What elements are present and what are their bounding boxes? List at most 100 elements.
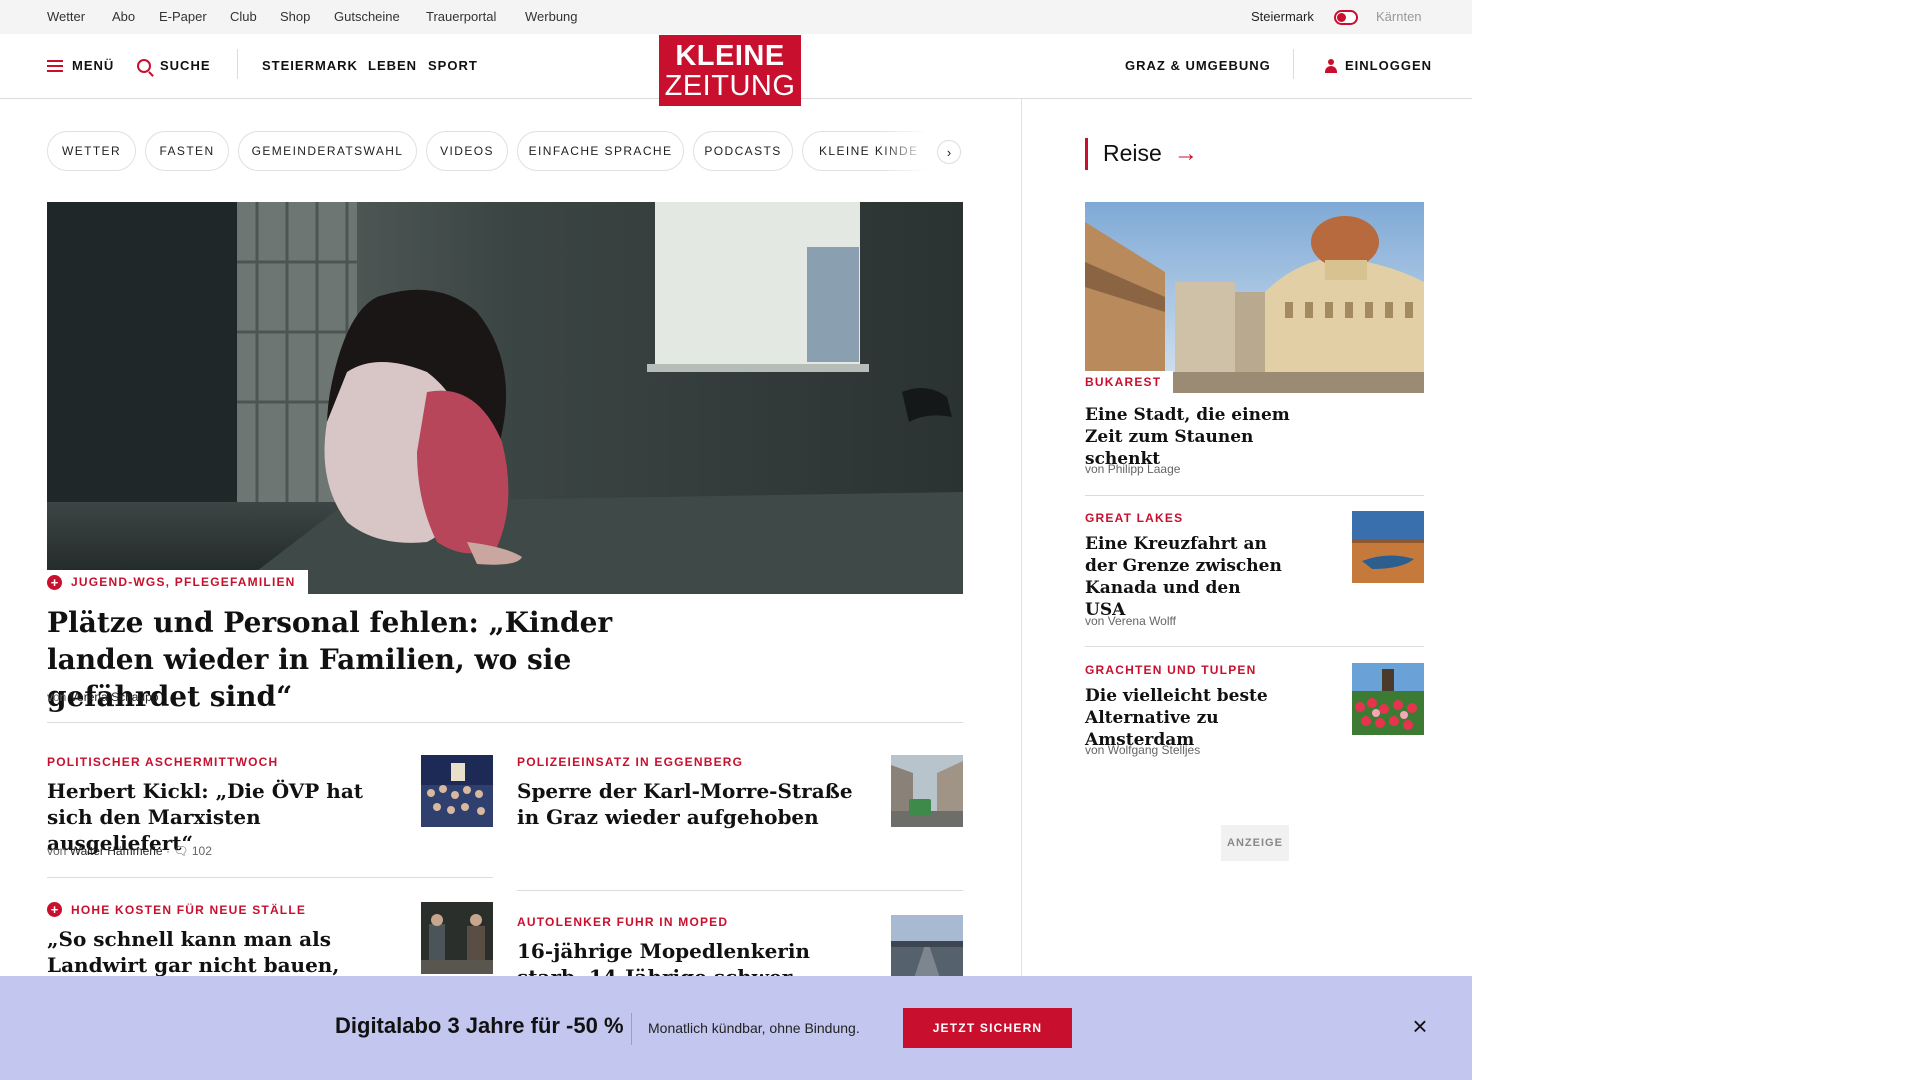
sidebar-item-2-byline: von Wolfgang Stelljes — [1085, 743, 1200, 757]
tag-gemeinderatswahl[interactable]: GEMEINDERATSWAHL — [238, 131, 417, 171]
story-3-photo — [421, 902, 493, 974]
tag-fasten[interactable]: FASTEN — [145, 131, 229, 171]
sidebar-item-1-byline: von Verena Wolff — [1085, 614, 1176, 628]
story-2-photo — [891, 755, 963, 827]
search-icon — [137, 58, 151, 73]
sidebar-item-2-thumbnail[interactable] — [1352, 663, 1424, 735]
site-header: MENÜ SUCHE STEIERMARK LEBEN SPORT KLEINE… — [0, 34, 1472, 106]
sidebar-lead-headline[interactable]: Eine Stadt, die einem Zeit zum Staunen s… — [1085, 404, 1325, 470]
login-button[interactable]: EINLOGGEN — [1325, 58, 1432, 73]
story-1-thumbnail[interactable] — [421, 755, 493, 827]
header-divider-right — [1293, 49, 1294, 79]
plus-icon: + — [47, 902, 62, 917]
divider — [47, 722, 963, 723]
story-3-thumbnail[interactable] — [421, 902, 493, 974]
tag-wetter[interactable]: WETTER — [47, 131, 136, 171]
region-link[interactable]: GRAZ & UMGEBUNG — [1125, 58, 1271, 73]
sidebar-item-2-headline[interactable]: Die vielleicht beste Alternative zu Amst… — [1085, 685, 1325, 751]
story-2-headline[interactable]: Sperre der Karl-Morre-Straße in Graz wie… — [517, 778, 857, 830]
sidebar-item-1-thumbnail[interactable] — [1352, 511, 1424, 583]
hamburger-icon — [47, 59, 63, 72]
news-site: Wetter Abo E-Paper Club Shop Gutscheine … — [0, 0, 1472, 1080]
story-3-headline[interactable]: „So schnell kann man als Landwirt gar ni… — [47, 926, 347, 978]
util-link-werbung[interactable]: Werbung — [525, 9, 578, 24]
great-lakes-photo — [1352, 511, 1424, 583]
story-4-kicker: AUTOLENKER FUHR IN MOPED — [517, 915, 729, 929]
region-steiermark[interactable]: Steiermark — [1251, 9, 1314, 24]
sidebar-lead-kicker: BUKAREST — [1085, 371, 1174, 393]
byline-prefix: von — [1085, 614, 1105, 628]
util-link-epaper[interactable]: E-Paper — [159, 9, 207, 24]
plus-icon: + — [47, 574, 62, 590]
tags-next-button[interactable]: › — [937, 140, 961, 164]
sidebar-lead-byline: von Philipp Laage — [1085, 462, 1180, 476]
util-link-club[interactable]: Club — [230, 9, 257, 24]
divider — [517, 890, 963, 891]
sidebar-lead-author[interactable]: Philipp Laage — [1108, 462, 1181, 476]
story-1-kicker: POLITISCHER ASCHERMITTWOCH — [47, 755, 279, 769]
header-divider — [237, 49, 238, 79]
hero-image[interactable] — [47, 202, 963, 594]
nav-leben[interactable]: LEBEN — [368, 58, 417, 73]
util-link-wetter[interactable]: Wetter — [47, 9, 85, 24]
story-1-photo — [421, 755, 493, 827]
byline-prefix: von — [47, 844, 67, 858]
util-link-trauerportal[interactable]: Trauerportal — [426, 9, 496, 24]
tag-videos[interactable]: VIDEOS — [426, 131, 508, 171]
promo-divider — [631, 1013, 632, 1045]
section-title-label: Reise — [1103, 140, 1162, 166]
subscription-banner: Digitalabo 3 Jahre für -50 % Monatlich k… — [0, 976, 1472, 1080]
divider — [1085, 646, 1424, 647]
sidebar-lead-kicker-label: BUKAREST — [1085, 375, 1162, 389]
search-label: SUCHE — [160, 58, 211, 73]
tag-podcasts[interactable]: PODCASTS — [693, 131, 793, 171]
sidebar-item-1-headline[interactable]: Eine Kreuzfahrt an der Grenze zwischen K… — [1085, 533, 1285, 621]
divider — [47, 877, 493, 878]
story-2-thumbnail[interactable] — [891, 755, 963, 827]
story-1-comments[interactable]: 102 — [192, 844, 212, 858]
sidebar-item-2-author[interactable]: Wolfgang Stelljes — [1108, 743, 1201, 757]
close-icon[interactable]: × — [1408, 1013, 1432, 1039]
empty-viewport-area — [1472, 0, 1920, 1080]
comment-icon: 🗨 — [173, 844, 189, 858]
sidebar-item-2-kicker: GRACHTEN UND TULPEN — [1085, 663, 1257, 677]
separator: · — [165, 844, 170, 858]
util-link-shop[interactable]: Shop — [280, 9, 310, 24]
hero-photo — [47, 202, 963, 594]
nav-steiermark[interactable]: STEIERMARK — [262, 58, 358, 73]
promo-title: Digitalabo 3 Jahre für -50 % — [335, 1013, 624, 1038]
bucharest-photo — [1085, 202, 1424, 393]
story-1-author[interactable]: Walter Hämmerle — [70, 844, 163, 858]
util-link-abo[interactable]: Abo — [112, 9, 135, 24]
hero-kicker: + JUGEND-WGS, PFLEGEFAMILIEN — [47, 570, 308, 594]
logo-line-1: KLEINE — [675, 40, 785, 72]
search-button[interactable]: SUCHE — [137, 58, 211, 73]
toggle-knob — [1337, 13, 1346, 22]
site-logo[interactable]: KLEINE ZEITUNG — [659, 35, 801, 106]
region-toggle[interactable] — [1334, 10, 1358, 25]
divider — [1085, 495, 1424, 496]
menu-button[interactable]: MENÜ — [47, 58, 114, 73]
sidebar-lead-image[interactable] — [1085, 202, 1424, 393]
sidebar-item-1-author[interactable]: Verena Wolff — [1108, 614, 1176, 628]
utility-bar: Wetter Abo E-Paper Club Shop Gutscheine … — [0, 0, 1472, 34]
byline-prefix: von — [1085, 743, 1105, 757]
promo-cta-button[interactable]: JETZT SICHERN — [903, 1008, 1072, 1048]
util-link-gutscheine[interactable]: Gutscheine — [334, 9, 400, 24]
region-kaernten[interactable]: Kärnten — [1376, 9, 1422, 24]
tag-einfache-sprache[interactable]: EINFACHE SPRACHE — [517, 131, 684, 171]
story-3-kicker: + HOHE KOSTEN FÜR NEUE STÄLLE — [47, 902, 306, 917]
nav-sport[interactable]: SPORT — [428, 58, 478, 73]
promo-subtitle: Monatlich kündbar, ohne Bindung. — [648, 1020, 860, 1036]
tags-fade — [880, 131, 940, 171]
hero-author[interactable]: Verena Schaupp — [70, 690, 159, 704]
menu-label: MENÜ — [72, 58, 115, 73]
chevron-right-icon: › — [946, 144, 952, 160]
section-title-reise[interactable]: Reise → — [1103, 140, 1198, 167]
story-1-byline: von Walter Hämmerle · 🗨 102 — [47, 844, 212, 858]
logo-line-2: ZEITUNG — [664, 70, 796, 102]
tulips-photo — [1352, 663, 1424, 735]
story-3-kicker-label: HOHE KOSTEN FÜR NEUE STÄLLE — [71, 902, 307, 917]
ad-label: ANZEIGE — [1221, 825, 1289, 861]
sidebar-item-1-kicker: GREAT LAKES — [1085, 511, 1184, 525]
